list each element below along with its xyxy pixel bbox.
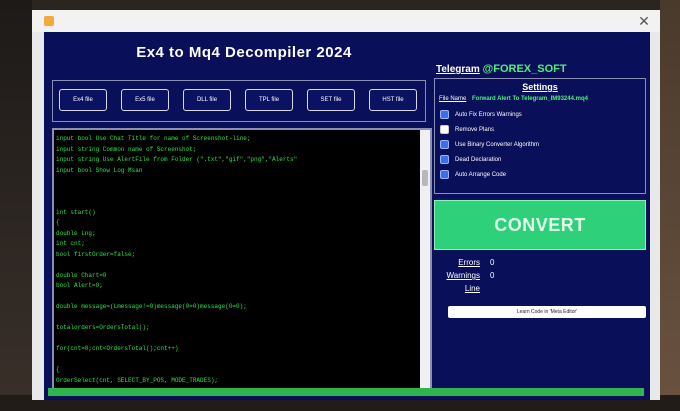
code-line: OrderSelect(cnt, SELECT_BY_POS, MODE_TRA…: [56, 376, 219, 384]
warnings-stat: Warnings 0: [438, 271, 495, 280]
line-stat: Line: [438, 284, 490, 293]
app-window: ✕ Ex4 to Mq4 Decompiler 2024 Telegram @F…: [32, 10, 660, 400]
settings-title: Settings: [522, 82, 558, 92]
code-line: bool firstOrder=false;: [56, 250, 136, 258]
option-dead-declaration[interactable]: Dead Declaration: [440, 154, 501, 166]
file-type-toolbar: Ex4 file Ex5 file DLL file TPL file SET …: [52, 80, 426, 122]
checkbox-binary-converter[interactable]: [440, 139, 449, 149]
checkbox-remove-plans[interactable]: [440, 124, 449, 134]
app-icon: [44, 16, 54, 26]
telegram-handle[interactable]: @FOREX_SOFT: [483, 63, 567, 75]
close-icon[interactable]: ✕: [636, 13, 652, 29]
window-titlebar: ✕: [32, 10, 660, 32]
desktop-left-edge: [0, 0, 32, 411]
progress-fill: [48, 388, 644, 396]
code-line: {: [56, 219, 60, 226]
code-editor[interactable]: input bool Use Chat Title for name of Sc…: [52, 128, 432, 390]
option-label: Dead Declaration: [455, 157, 502, 163]
code-line: totalorders=OrdersTotal();: [56, 324, 150, 331]
option-remove-plans[interactable]: Remove Plans: [440, 124, 494, 136]
code-line: double Chart=0: [56, 271, 107, 279]
warnings-value: 0: [490, 271, 495, 280]
code-line: bool Alert=0;: [56, 282, 103, 289]
code-line: double message=(Lmessage!=0)message(0=0)…: [56, 303, 247, 310]
set-file-button[interactable]: SET file: [307, 89, 355, 111]
option-label: Auto Arrange Code: [455, 172, 507, 178]
dll-file-button[interactable]: DLL file: [183, 89, 231, 111]
code-line: double Lng;: [56, 229, 96, 237]
learn-code-button[interactable]: Learn Code in 'Meta Editor': [448, 306, 646, 318]
line-label: Line: [464, 284, 480, 293]
code-scrollbar[interactable]: [420, 130, 430, 388]
option-auto-arrange-code[interactable]: Auto Arrange Code: [440, 169, 506, 181]
option-label: Remove Plans: [455, 127, 495, 133]
code-line: int start(): [56, 208, 96, 216]
convert-button[interactable]: CONVERT: [434, 200, 646, 250]
tpl-file-button[interactable]: TPL file: [245, 89, 293, 111]
option-auto-fix-errors[interactable]: Auto Fix Errors Warnings: [440, 109, 522, 121]
code-line: input bool Show Log Msan: [56, 166, 143, 174]
decompiler-panel: Ex4 to Mq4 Decompiler 2024 Telegram @FOR…: [44, 32, 650, 400]
checkbox-auto-fix-errors[interactable]: [440, 109, 449, 119]
app-title: Ex4 to Mq4 Decompiler 2024: [136, 44, 352, 61]
option-label: Auto Fix Errors Warnings: [455, 112, 522, 118]
telegram-contact[interactable]: Telegram @FOREX_SOFT: [436, 63, 567, 75]
checkbox-dead-declaration[interactable]: [440, 154, 449, 164]
option-binary-converter[interactable]: Use Binary Converter Algorithm: [440, 139, 539, 151]
errors-stat: Errors 0: [438, 258, 494, 267]
file-name-row: File Name Forward Alert To Telegram_IM93…: [439, 96, 588, 102]
errors-label: Errors: [458, 258, 480, 267]
desktop-right-edge: [660, 0, 680, 411]
telegram-label: Telegram: [436, 64, 480, 75]
code-line: input string Common name of Screenshot;: [56, 145, 197, 153]
code-scrollbar-thumb[interactable]: [422, 170, 428, 186]
code-line: for(cnt=0;cnt<OrdersTotal();cnt++): [56, 345, 179, 352]
progress-bar: [48, 388, 644, 396]
file-name-label: File Name: [439, 96, 467, 102]
checkbox-auto-arrange-code[interactable]: [440, 169, 449, 179]
option-label: Use Binary Converter Algorithm: [455, 142, 540, 148]
hst-file-button[interactable]: HST file: [369, 89, 417, 111]
ex5-file-button[interactable]: Ex5 file: [121, 89, 169, 111]
settings-panel: Settings File Name Forward Alert To Tele…: [434, 78, 646, 194]
ex4-file-button[interactable]: Ex4 file: [59, 89, 107, 111]
code-line: int cnt;: [56, 240, 85, 247]
code-line: input bool Use Chat Title for name of Sc…: [56, 135, 251, 142]
errors-value: 0: [490, 258, 495, 267]
code-line: input string Use AlertFile from Folder (…: [56, 156, 298, 163]
warnings-label: Warnings: [446, 271, 481, 280]
code-line: {: [56, 366, 60, 373]
file-name-value: Forward Alert To Telegram_IM93244.mq4: [472, 96, 588, 102]
